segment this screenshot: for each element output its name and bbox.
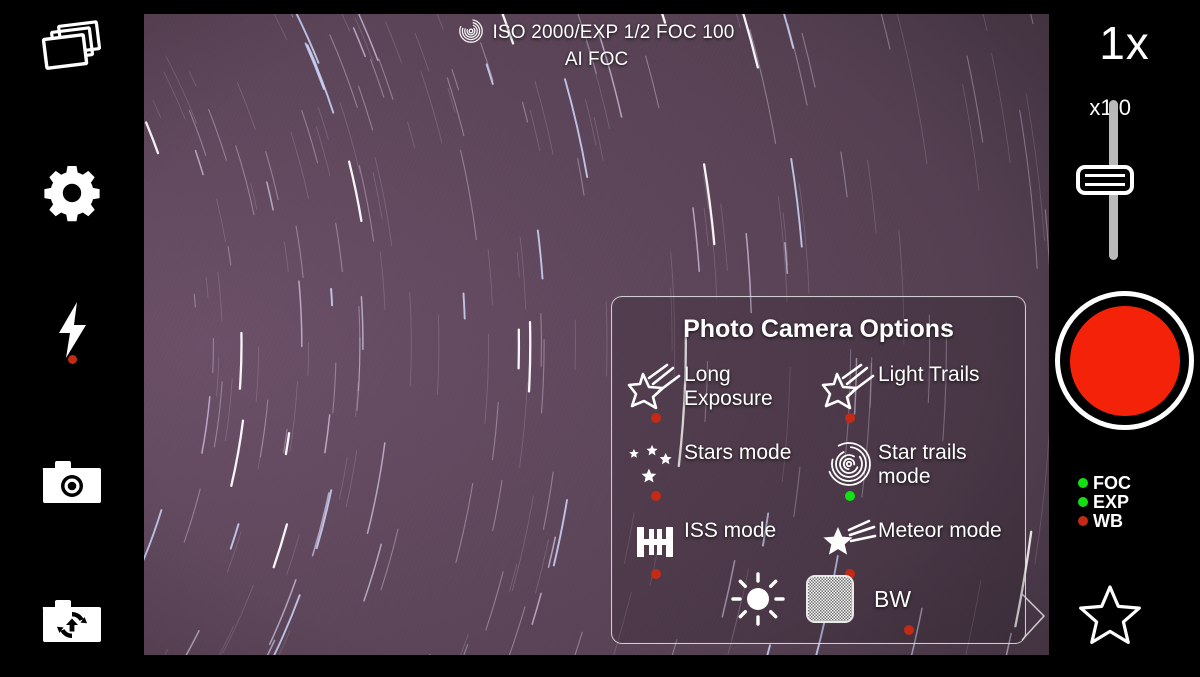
flash-bolt-icon	[55, 302, 89, 358]
options-popup-pointer	[1021, 593, 1046, 641]
option-label-light-trails: Light Trails	[878, 363, 980, 386]
spiral-trails-icon	[820, 437, 878, 491]
option-stars-mode[interactable]: Stars mode	[626, 435, 820, 507]
shooting-star-outline-icon	[626, 359, 684, 413]
option-light-trails[interactable]: Light Trails	[820, 357, 1014, 429]
status-led-exp: EXP	[1078, 492, 1131, 511]
star-outline-icon	[1078, 584, 1142, 646]
option-label-star-trails-mode: Star trails mode	[878, 441, 967, 488]
gallery-button[interactable]	[18, 12, 126, 82]
camera-icon	[42, 459, 101, 505]
status-led-wb: WB	[1078, 511, 1131, 530]
camera-switch-icon	[42, 598, 101, 644]
switch-camera-button[interactable]	[18, 586, 126, 656]
flash-status-led	[68, 355, 77, 364]
photo-stack-icon	[40, 20, 104, 73]
shooting-star-outline-icon	[820, 359, 878, 413]
option-label-stars-mode: Stars mode	[684, 441, 792, 464]
status-led-foc: FOC	[1078, 473, 1131, 492]
four-stars-icon	[626, 437, 684, 491]
star-options-button[interactable]	[1078, 584, 1142, 646]
bw-row: BW	[731, 572, 914, 635]
exp-label: EXP	[1093, 491, 1130, 512]
options-panel-title: Photo Camera Options	[683, 315, 954, 343]
settings-button[interactable]	[18, 158, 126, 228]
zoom-level-label: 1x	[1099, 17, 1150, 69]
flash-button[interactable]	[18, 295, 126, 365]
exp-led-dot	[1078, 496, 1088, 507]
option-led-light-trails	[845, 413, 855, 423]
wb-label: WB	[1093, 510, 1123, 531]
option-led-iss-mode	[651, 569, 661, 579]
foc-label: FOC	[1093, 472, 1131, 493]
bw-led	[904, 625, 914, 635]
sun-brightness-icon[interactable]	[731, 572, 785, 626]
noise-texture-swatch[interactable]	[806, 575, 854, 623]
option-long-exposure[interactable]: Long Exposure	[626, 357, 820, 429]
shutter-button[interactable]	[1055, 291, 1194, 430]
option-label-meteor-mode: Meteor mode	[878, 519, 1002, 542]
option-led-long-exposure	[651, 413, 661, 423]
option-label-long-exposure: Long Exposure	[684, 363, 773, 410]
option-star-trails-mode[interactable]: Star trails mode	[820, 435, 1014, 507]
zoom-slider-thumb[interactable]	[1076, 165, 1134, 195]
status-led-group: FOC EXP WB	[1078, 473, 1131, 530]
space-station-icon	[626, 515, 684, 569]
wb-led-dot	[1078, 515, 1088, 526]
meteor-star-icon	[820, 515, 878, 569]
photo-mode-button[interactable]	[18, 447, 126, 517]
bw-label: BW	[874, 585, 912, 612]
option-led-stars-mode	[651, 491, 661, 501]
gear-icon	[43, 164, 101, 222]
shutter-button-inner	[1069, 305, 1180, 416]
photo-camera-options-panel: Photo Camera Options Long Exposure Light…	[611, 296, 1026, 644]
option-led-star-trails-mode	[845, 491, 855, 501]
left-toolbar	[0, 0, 144, 677]
foc-led-dot	[1078, 477, 1088, 488]
option-label-iss-mode: ISS mode	[684, 519, 777, 542]
options-grid: Long Exposure Light Trails Stars mode St…	[626, 357, 1014, 585]
